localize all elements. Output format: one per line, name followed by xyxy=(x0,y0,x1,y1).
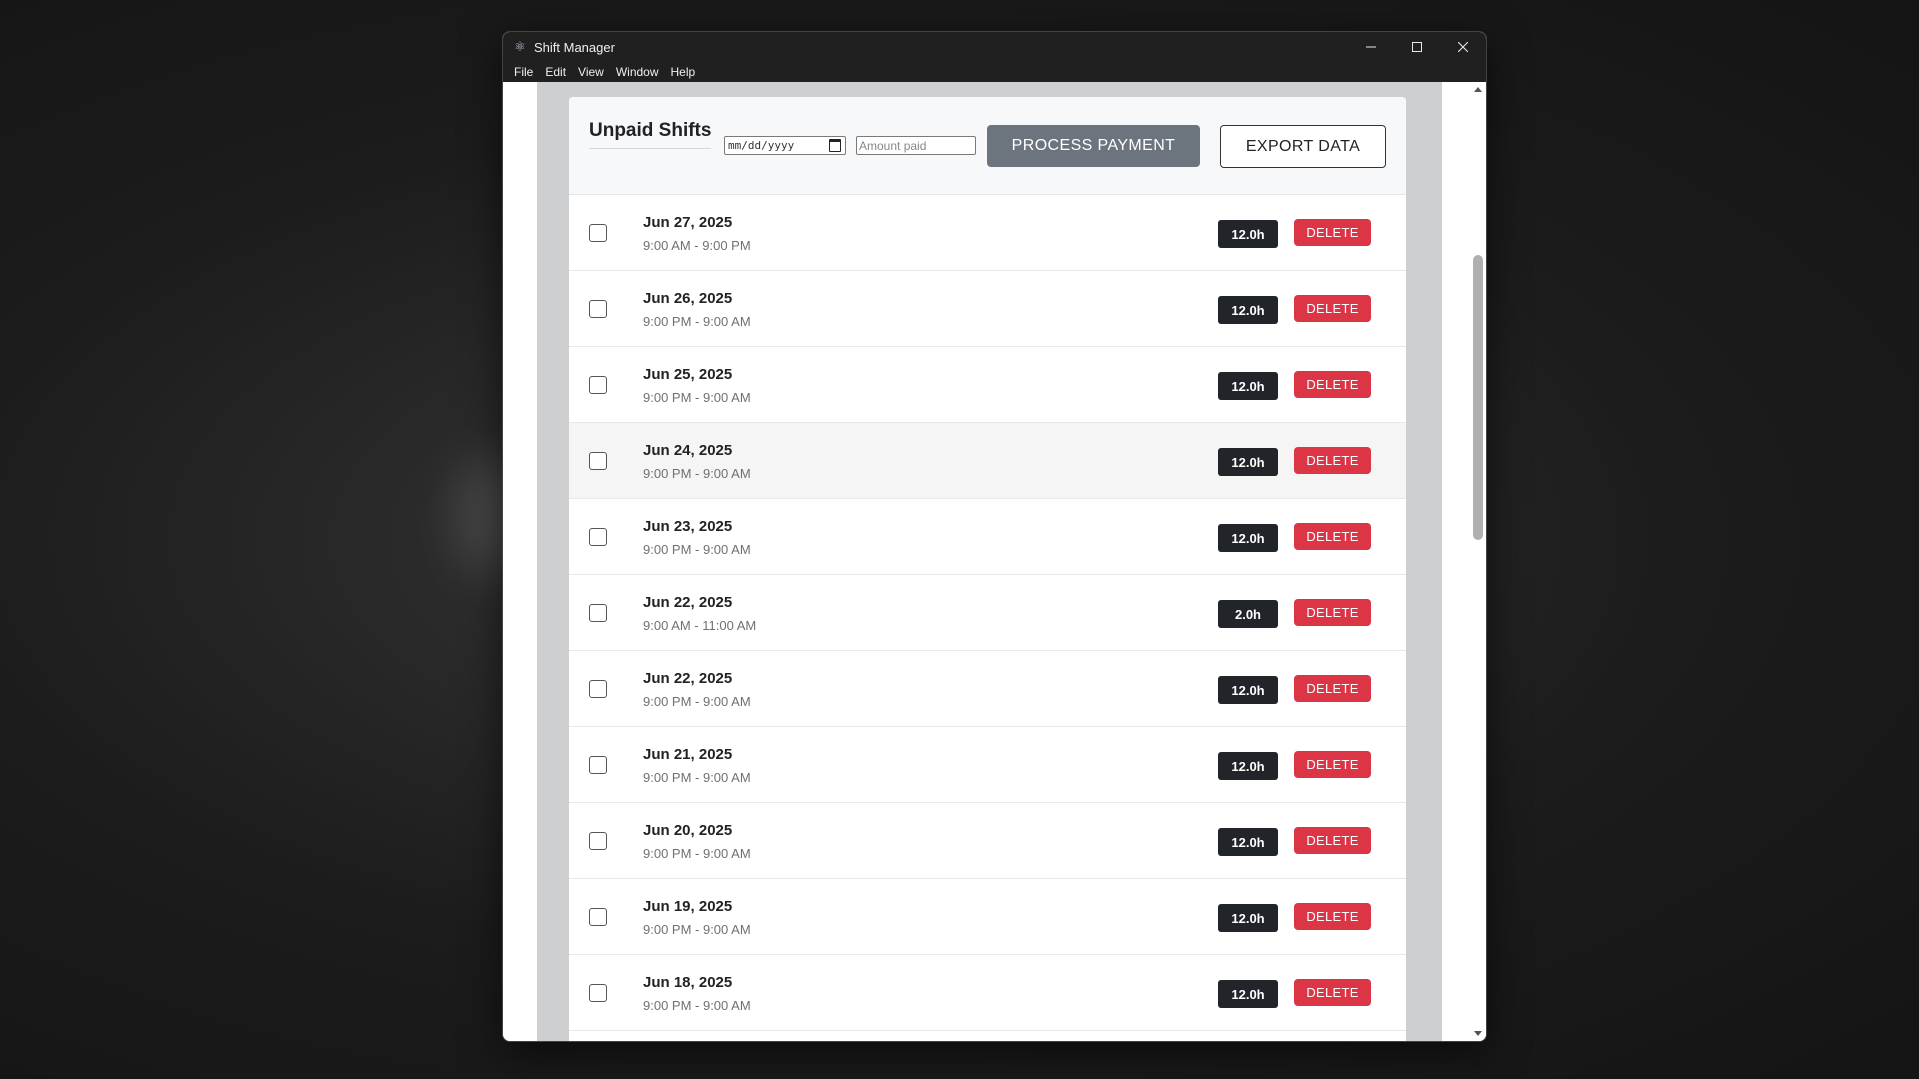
menu-view[interactable]: View xyxy=(572,62,610,82)
process-payment-button[interactable]: PROCESS PAYMENT xyxy=(987,125,1200,167)
shift-row: Jun 23, 2025 9:00 PM - 9:00 AM 12.0h DEL… xyxy=(569,499,1406,575)
shift-checkbox[interactable] xyxy=(589,528,607,546)
app-window: ⚛ Shift Manager File Edit View Window He… xyxy=(502,31,1487,1042)
delete-button[interactable]: DELETE xyxy=(1294,903,1371,930)
shift-date: Jun 18, 2025 xyxy=(643,974,733,991)
shift-checkbox[interactable] xyxy=(589,908,607,926)
maximize-icon xyxy=(1412,42,1422,52)
delete-button[interactable]: DELETE xyxy=(1294,219,1371,246)
shift-row: Jun 25, 2025 9:00 PM - 9:00 AM 12.0h DEL… xyxy=(569,347,1406,423)
shift-date: Jun 21, 2025 xyxy=(643,746,733,763)
title-bar: ⚛ Shift Manager xyxy=(503,32,1486,62)
shift-time: 9:00 PM - 9:00 AM xyxy=(643,922,751,937)
hours-badge: 12.0h xyxy=(1218,296,1278,324)
shift-time: 9:00 AM - 9:00 PM xyxy=(643,238,751,253)
minimize-icon xyxy=(1366,46,1376,48)
delete-button[interactable]: DELETE xyxy=(1294,599,1371,626)
delete-button[interactable]: DELETE xyxy=(1294,447,1371,474)
shift-date: Jun 25, 2025 xyxy=(643,366,733,383)
window-title: Shift Manager xyxy=(534,39,615,55)
shift-time: 9:00 PM - 9:00 AM xyxy=(643,390,751,405)
shift-date: Jun 20, 2025 xyxy=(643,822,733,839)
shift-date: Jun 19, 2025 xyxy=(643,898,733,915)
delete-button[interactable]: DELETE xyxy=(1294,827,1371,854)
shift-time: 9:00 PM - 9:00 AM xyxy=(643,314,751,329)
shift-time: 9:00 PM - 9:00 AM xyxy=(643,694,751,709)
shift-time: 9:00 PM - 9:00 AM xyxy=(643,466,751,481)
shift-row: Jun 26, 2025 9:00 PM - 9:00 AM 12.0h DEL… xyxy=(569,271,1406,347)
hours-badge: 12.0h xyxy=(1218,220,1278,248)
shift-row: Jun 21, 2025 9:00 PM - 9:00 AM 12.0h DEL… xyxy=(569,727,1406,803)
shift-time: 9:00 PM - 9:00 AM xyxy=(643,846,751,861)
unpaid-shifts-card: Unpaid Shifts mm/dd/yyyy Amount paid PRO… xyxy=(569,97,1406,1041)
hours-badge: 12.0h xyxy=(1218,524,1278,552)
shift-checkbox[interactable] xyxy=(589,224,607,242)
delete-button[interactable]: DELETE xyxy=(1294,371,1371,398)
shift-checkbox[interactable] xyxy=(589,680,607,698)
shift-row: Jun 27, 2025 9:00 AM - 9:00 PM 12.0h DEL… xyxy=(569,195,1406,271)
delete-button[interactable]: DELETE xyxy=(1294,295,1371,322)
shift-list: Jun 27, 2025 9:00 AM - 9:00 PM 12.0h DEL… xyxy=(569,195,1406,1031)
shift-date: Jun 22, 2025 xyxy=(643,594,733,611)
shift-date: Jun 24, 2025 xyxy=(643,442,733,459)
vertical-scrollbar[interactable] xyxy=(1470,82,1486,1041)
hours-badge: 12.0h xyxy=(1218,448,1278,476)
shift-time: 9:00 AM - 11:00 AM xyxy=(643,618,757,633)
delete-button[interactable]: DELETE xyxy=(1294,751,1371,778)
menu-file[interactable]: File xyxy=(508,62,539,82)
close-button[interactable] xyxy=(1440,32,1486,62)
shift-row: Jun 18, 2025 9:00 PM - 9:00 AM 12.0h DEL… xyxy=(569,955,1406,1031)
shift-date: Jun 26, 2025 xyxy=(643,290,733,307)
card-title: Unpaid Shifts xyxy=(589,120,712,149)
menu-help[interactable]: Help xyxy=(665,62,702,82)
amount-paid-input[interactable]: Amount paid xyxy=(856,136,976,155)
shift-row: Jun 19, 2025 9:00 PM - 9:00 AM 12.0h DEL… xyxy=(569,879,1406,955)
scroll-thumb[interactable] xyxy=(1473,255,1483,540)
shift-time: 9:00 PM - 9:00 AM xyxy=(643,542,751,557)
shift-row: Jun 22, 2025 9:00 AM - 11:00 AM 2.0h DEL… xyxy=(569,575,1406,651)
shift-checkbox[interactable] xyxy=(589,832,607,850)
shift-row: Jun 22, 2025 9:00 PM - 9:00 AM 12.0h DEL… xyxy=(569,651,1406,727)
minimize-button[interactable] xyxy=(1348,32,1394,62)
export-data-button[interactable]: EXPORT DATA xyxy=(1220,125,1386,168)
menu-bar: File Edit View Window Help xyxy=(503,62,1486,82)
shift-date: Jun 27, 2025 xyxy=(643,214,733,231)
scroll-up-arrow-icon[interactable] xyxy=(1474,87,1482,92)
shift-row: Jun 24, 2025 9:00 PM - 9:00 AM 12.0h DEL… xyxy=(569,423,1406,499)
delete-button[interactable]: DELETE xyxy=(1294,675,1371,702)
hours-badge: 12.0h xyxy=(1218,980,1278,1008)
hours-badge: 12.0h xyxy=(1218,372,1278,400)
content-area: Unpaid Shifts mm/dd/yyyy Amount paid PRO… xyxy=(503,82,1486,1041)
shift-date: Jun 23, 2025 xyxy=(643,518,733,535)
window-controls xyxy=(1348,32,1486,62)
scroll-down-arrow-icon[interactable] xyxy=(1474,1031,1482,1036)
shift-row: Jun 20, 2025 9:00 PM - 9:00 AM 12.0h DEL… xyxy=(569,803,1406,879)
date-placeholder: mm/dd/yyyy xyxy=(728,139,795,152)
card-header: Unpaid Shifts mm/dd/yyyy Amount paid PRO… xyxy=(569,97,1406,195)
hours-badge: 12.0h xyxy=(1218,676,1278,704)
shift-time: 9:00 PM - 9:00 AM xyxy=(643,770,751,785)
shift-checkbox[interactable] xyxy=(589,376,607,394)
shift-checkbox[interactable] xyxy=(589,984,607,1002)
menu-edit[interactable]: Edit xyxy=(539,62,572,82)
payment-date-input[interactable]: mm/dd/yyyy xyxy=(724,136,846,155)
shift-time: 9:00 PM - 9:00 AM xyxy=(643,998,751,1013)
calendar-icon[interactable] xyxy=(829,139,841,152)
shift-date: Jun 22, 2025 xyxy=(643,670,733,687)
maximize-button[interactable] xyxy=(1394,32,1440,62)
close-icon xyxy=(1458,42,1468,52)
shift-checkbox[interactable] xyxy=(589,756,607,774)
menu-window[interactable]: Window xyxy=(610,62,665,82)
hours-badge: 12.0h xyxy=(1218,904,1278,932)
app-icon: ⚛ xyxy=(514,39,526,54)
amount-placeholder: Amount paid xyxy=(859,138,927,153)
hours-badge: 12.0h xyxy=(1218,752,1278,780)
hours-badge: 12.0h xyxy=(1218,828,1278,856)
delete-button[interactable]: DELETE xyxy=(1294,979,1371,1006)
shift-checkbox[interactable] xyxy=(589,604,607,622)
shift-checkbox[interactable] xyxy=(589,300,607,318)
hours-badge: 2.0h xyxy=(1218,600,1278,628)
shift-checkbox[interactable] xyxy=(589,452,607,470)
delete-button[interactable]: DELETE xyxy=(1294,523,1371,550)
